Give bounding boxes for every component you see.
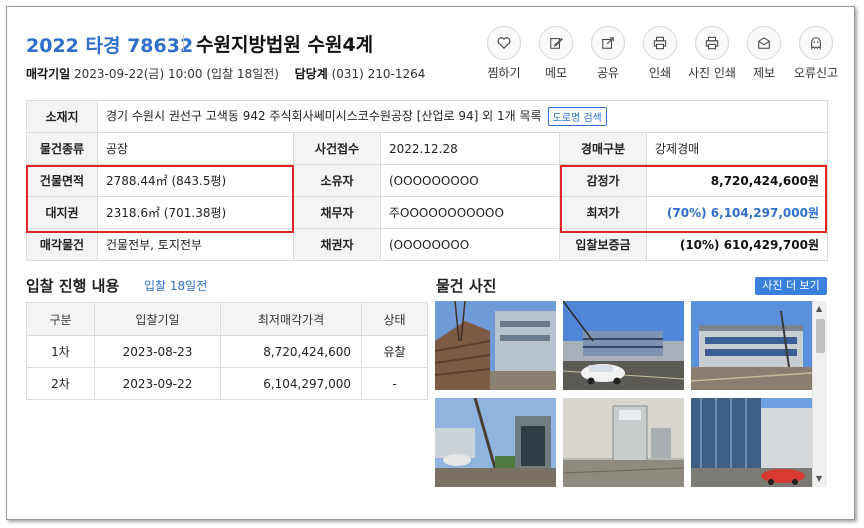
photo-print-label: 사진 인쇄: [688, 66, 736, 80]
date-cell: 2023-09-22: [94, 367, 221, 400]
action-toolbar: 찜하기 메모 공유 인쇄 사진 인쇄 제보 오류신고: [478, 26, 842, 81]
creditor-label: 채권자: [293, 228, 381, 261]
sale-date: 2023-09-22(금) 10:00 (입찰 18일전): [74, 67, 279, 81]
column-header: 구분: [26, 302, 95, 336]
location-value: 경기 수원시 권선구 고색동 942 주식회사쎄미시스코수원공장 [산업로 94…: [106, 109, 542, 123]
table-row: 1차 2023-08-23 8,720,424,600 유찰: [26, 335, 428, 368]
receipt-value: 2022.12.28: [380, 132, 560, 165]
highlight-area-box: [26, 165, 294, 233]
owner-value: (OOOOOOOOO: [380, 164, 560, 197]
scroll-up-icon[interactable]: ▲: [816, 304, 822, 314]
print-label: 인쇄: [648, 66, 672, 80]
table-row: 물건종류 공장 사건접수 2022.12.28 경매구분 강제경매: [26, 132, 829, 165]
deposit-value: (10%) 610,429,700원: [645, 228, 829, 261]
print-button[interactable]: 인쇄: [634, 26, 686, 81]
mail-icon: [758, 37, 770, 49]
auction-type-label: 경매구분: [559, 132, 647, 165]
sale-info-line: 매각기일 2023-09-22(금) 10:00 (입찰 18일전) 담당계 (…: [26, 65, 425, 82]
date-cell: 2023-08-23: [94, 335, 221, 368]
scroll-down-icon[interactable]: ▼: [816, 474, 822, 484]
scrollbar-thumb[interactable]: [816, 319, 825, 353]
highlight-price-box: [560, 165, 827, 233]
property-photo[interactable]: [435, 301, 556, 390]
title-divider: [183, 35, 184, 51]
dept-label: 담당계: [294, 67, 328, 81]
photo-print-button[interactable]: 사진 인쇄: [686, 26, 738, 81]
report-button[interactable]: 제보: [738, 26, 790, 81]
more-photos-button[interactable]: 사진 더 보기: [755, 277, 827, 295]
sale-object-value: 건물전부, 토지전부: [97, 228, 294, 261]
status-cell: 유찰: [361, 335, 428, 368]
printer-icon: [653, 36, 667, 50]
debtor-label: 채무자: [293, 196, 381, 229]
column-header: 입찰기일: [94, 302, 221, 336]
type-label: 물건종류: [26, 132, 98, 165]
price-cell: 8,720,424,600: [220, 335, 362, 368]
court-name: 수원지방법원 수원4계: [196, 34, 374, 56]
price-cell: 6,104,297,000: [220, 367, 362, 400]
property-photo[interactable]: [691, 301, 812, 390]
creditor-value: (OOOOOOOO: [380, 228, 560, 261]
column-header: 최저매각가격: [220, 302, 362, 336]
error-report-button[interactable]: 오류신고: [790, 26, 842, 81]
property-photo[interactable]: [435, 398, 556, 487]
progress-subtitle: 입찰 18일전: [144, 279, 208, 293]
round-cell: 2차: [26, 367, 95, 400]
favorite-button[interactable]: 찜하기: [478, 26, 530, 81]
sale-date-label: 매각기일: [26, 67, 71, 81]
memo-label: 메모: [544, 66, 568, 80]
photos-title: 물건 사진: [436, 277, 497, 295]
table-row: 2차 2023-09-22 6,104,297,000 -: [26, 367, 428, 400]
heart-icon: [497, 37, 511, 50]
report-label: 제보: [752, 66, 776, 80]
progress-title: 입찰 진행 내용: [26, 277, 120, 295]
table-header-row: 구분 입찰기일 최저매각가격 상태: [26, 302, 428, 336]
case-number: 2022 타경 78632: [26, 35, 194, 57]
error-report-label: 오류신고: [793, 66, 839, 80]
location-label: 소재지: [26, 100, 98, 133]
type-value: 공장: [97, 132, 294, 165]
receipt-label: 사건접수: [293, 132, 381, 165]
column-header: 상태: [361, 302, 428, 336]
auction-type-value: 강제경매: [645, 132, 829, 165]
bid-progress-table: 구분 입찰기일 최저매각가격 상태 1차 2023-08-23 8,720,42…: [26, 302, 428, 400]
debtor-value: 주OOOOOOOOOOO: [380, 196, 560, 229]
sale-object-label: 매각물건: [26, 228, 98, 261]
printer-icon: [705, 36, 719, 50]
photo-gallery: [435, 301, 812, 487]
property-photo[interactable]: [563, 301, 684, 390]
favorite-label: 찜하기: [487, 66, 521, 80]
dept-phone: (031) 210-1264: [331, 67, 426, 81]
road-search-button[interactable]: 도로명 검색: [547, 107, 607, 126]
table-row: 소재지 경기 수원시 권선구 고색동 942 주식회사쎄미시스코수원공장 [산업…: [26, 100, 829, 133]
ghost-icon: [811, 37, 821, 50]
round-cell: 1차: [26, 335, 95, 368]
pencil-icon: [550, 37, 563, 49]
share-button[interactable]: 공유: [582, 26, 634, 81]
status-cell: -: [361, 367, 428, 400]
owner-label: 소유자: [293, 164, 381, 197]
location-cell: 경기 수원시 권선구 고색동 942 주식회사쎄미시스코수원공장 [산업로 94…: [96, 100, 829, 133]
deposit-label: 입찰보증금: [559, 228, 647, 261]
memo-button[interactable]: 메모: [530, 26, 582, 81]
photo-scrollbar[interactable]: ▲ ▼: [812, 301, 827, 487]
property-photo[interactable]: [691, 398, 812, 487]
table-row: 매각물건 건물전부, 토지전부 채권자 (OOOOOOOO 입찰보증금 (10%…: [26, 228, 829, 261]
share-label: 공유: [596, 66, 620, 80]
property-photo[interactable]: [563, 398, 684, 487]
share-icon: [602, 37, 614, 49]
